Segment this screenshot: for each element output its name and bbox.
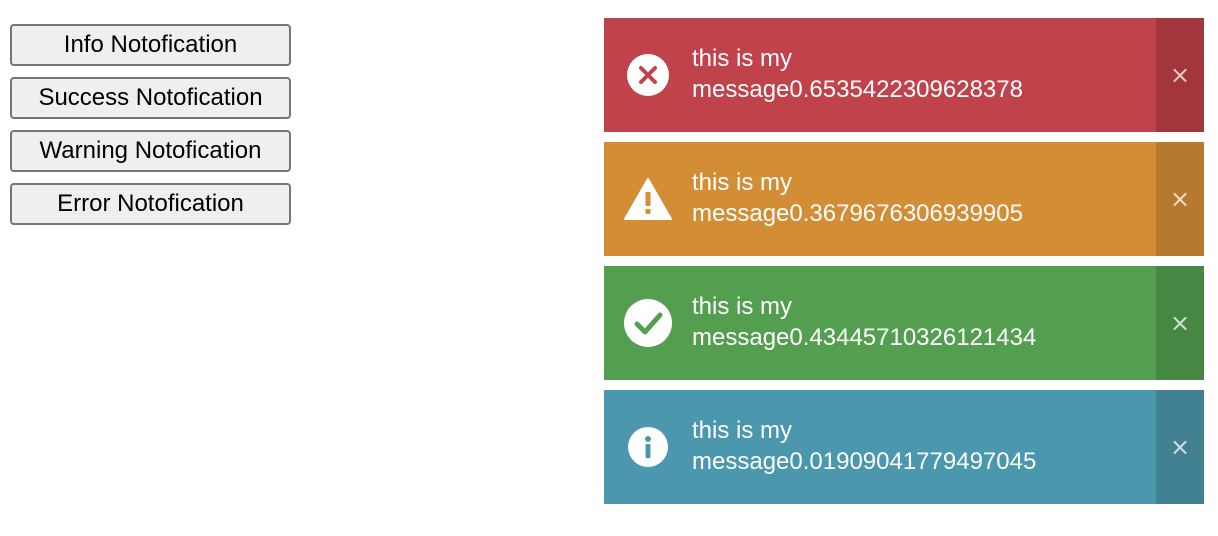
notification-message-line2: message0.6535422309628378 (692, 76, 1023, 103)
notification-message: this is my message0.6535422309628378 (692, 43, 1092, 105)
notification-message-line1: this is my (692, 45, 793, 72)
notification-message-line2: message0.43445710326121434 (692, 324, 1037, 351)
close-icon[interactable]: × (1156, 390, 1204, 504)
warning-triangle-icon (604, 177, 692, 221)
info-circle-icon (604, 427, 692, 467)
notification-message-line1: this is my (692, 169, 793, 196)
notification-body: this is my message0.3679676306939905 (604, 142, 1156, 256)
notification-message-line2: message0.01909041779497045 (692, 448, 1037, 475)
warning-notification-button[interactable]: Warning Notofication (10, 130, 291, 172)
close-icon[interactable]: × (1156, 266, 1204, 380)
success-notification-button[interactable]: Success Notofication (10, 77, 291, 119)
warning-notification: this is my message0.3679676306939905 × (604, 142, 1204, 256)
close-icon[interactable]: × (1156, 18, 1204, 132)
trigger-button-group: Info Notofication Success Notofication W… (10, 24, 291, 236)
notification-message: this is my message0.43445710326121434 (692, 291, 1092, 353)
success-notification: this is my message0.43445710326121434 × (604, 266, 1204, 380)
close-icon[interactable]: × (1156, 142, 1204, 256)
notification-body: this is my message0.6535422309628378 (604, 18, 1156, 132)
info-notification-button[interactable]: Info Notofication (10, 24, 291, 66)
notification-stack: this is my message0.6535422309628378 × t… (604, 18, 1204, 514)
notification-message: this is my message0.3679676306939905 (692, 167, 1092, 229)
error-notification-button[interactable]: Error Notofication (10, 183, 291, 225)
page: Info Notofication Success Notofication W… (0, 0, 1218, 536)
error-notification: this is my message0.6535422309628378 × (604, 18, 1204, 132)
notification-message-line1: this is my (692, 417, 793, 444)
check-circle-icon (604, 299, 692, 347)
notification-body: this is my message0.01909041779497045 (604, 390, 1156, 504)
info-notification: this is my message0.01909041779497045 × (604, 390, 1204, 504)
notification-body: this is my message0.43445710326121434 (604, 266, 1156, 380)
notification-message-line2: message0.3679676306939905 (692, 200, 1023, 227)
notification-message-line1: this is my (692, 293, 793, 320)
notification-message: this is my message0.01909041779497045 (692, 415, 1092, 477)
error-circle-icon (604, 54, 692, 96)
